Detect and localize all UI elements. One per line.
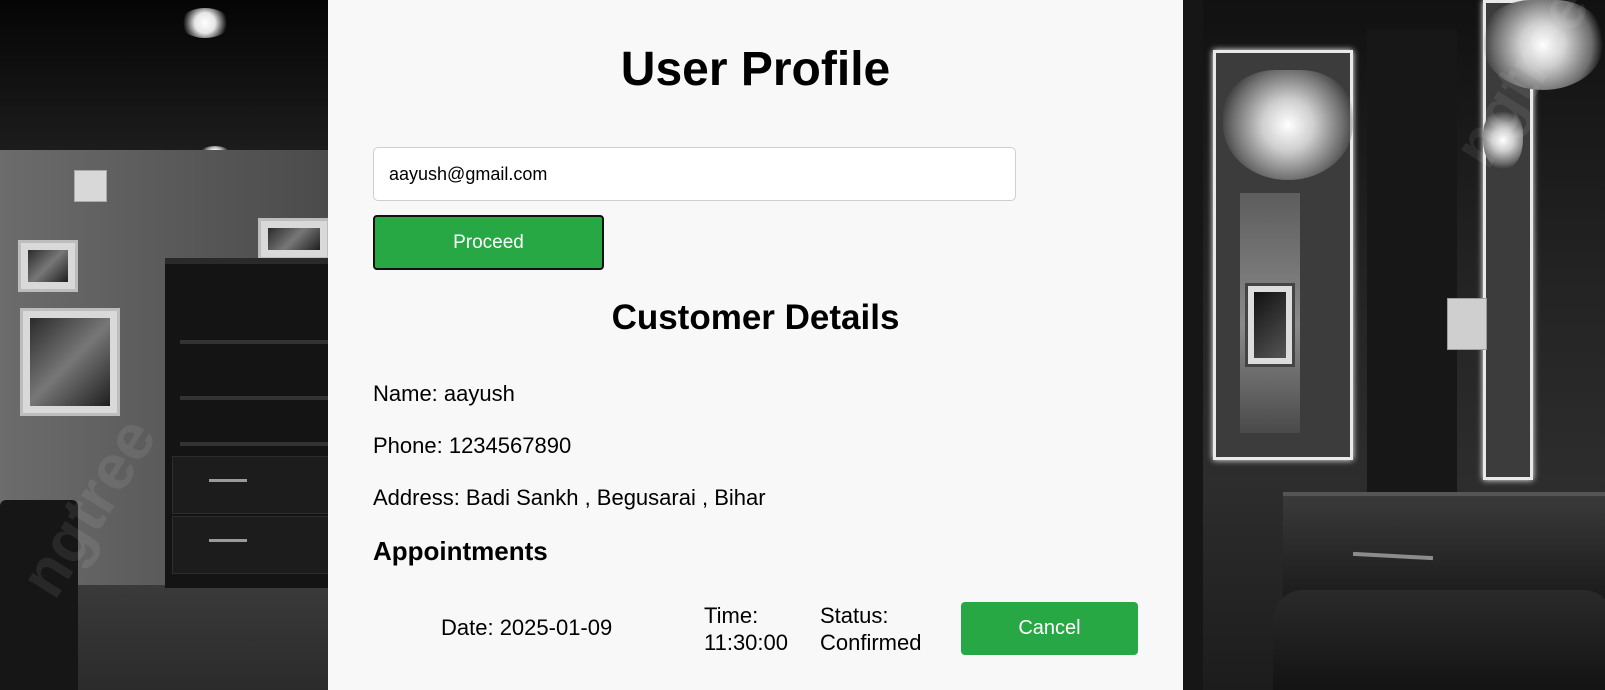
background-left-panel: ngtree xyxy=(0,0,330,690)
customer-phone: Phone: 1234567890 xyxy=(373,433,572,458)
appointments-heading: Appointments xyxy=(373,536,548,566)
customer-details-heading: Customer Details xyxy=(611,298,900,337)
appointment-status-value: Confirmed xyxy=(820,630,922,655)
email-input[interactable] xyxy=(373,147,1016,201)
appointment-date: Date: 2025-01-09 xyxy=(441,615,613,640)
cancel-appointment-button[interactable]: Cancel xyxy=(961,602,1138,655)
background-right-panel: ngtree xyxy=(1183,0,1605,690)
appointment-time: Time: 11:30:00 xyxy=(704,602,788,656)
appointment-time-value: 11:30:00 xyxy=(704,630,789,655)
customer-address: Address: Badi Sankh , Begusarai , Bihar xyxy=(373,485,766,510)
appointment-time-label: Time: xyxy=(704,603,759,628)
page-title: User Profile xyxy=(620,43,891,96)
proceed-button[interactable]: Proceed xyxy=(373,215,604,270)
appointment-status-label: Status: xyxy=(820,603,889,628)
appointment-status: Status: Confirmed xyxy=(820,602,921,656)
profile-card: User Profile Proceed Customer Details Na… xyxy=(328,0,1183,690)
customer-name: Name: aayush xyxy=(373,381,515,406)
